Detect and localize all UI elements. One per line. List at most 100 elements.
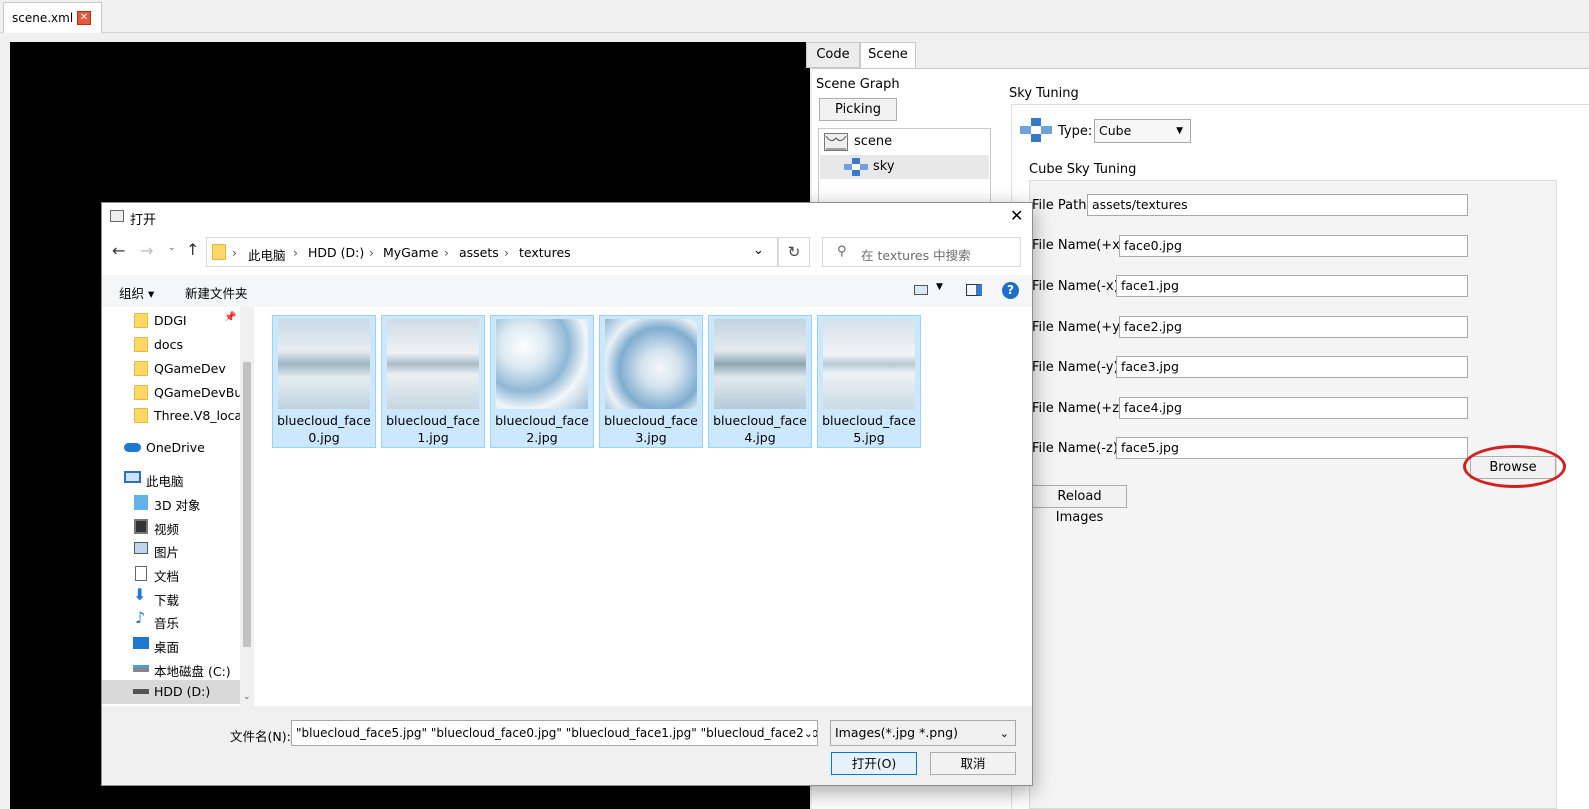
nav-item-qgamedevbuild[interactable]: QGameDevBuil <box>102 381 240 405</box>
type-select[interactable]: Cube ▼ <box>1094 119 1191 143</box>
face-label-ny: File Name(-y): <box>1032 360 1123 375</box>
image-thumbnail <box>278 319 370 409</box>
forward-arrow-icon[interactable]: → <box>140 241 153 260</box>
file-path-input[interactable]: assets/textures <box>1087 194 1468 216</box>
up-arrow-icon[interactable]: ↑ <box>186 240 199 259</box>
nav-item-pictures[interactable]: 图片 <box>102 538 240 562</box>
nav-item-this-pc[interactable]: 此电脑 <box>102 467 240 491</box>
tab-title: scene.xml <box>12 11 74 25</box>
dialog-toolbar: 组织 ▾ 新建文件夹 ▼ ? <box>102 275 1032 307</box>
scene-icon <box>824 133 848 151</box>
file-item[interactable]: bluecloud_face 1.jpg <box>381 315 485 448</box>
preview-pane-icon[interactable] <box>966 284 982 296</box>
cancel-button[interactable]: 取消 <box>930 752 1016 775</box>
nav-item-videos[interactable]: 视频 <box>102 515 240 539</box>
tab-scene[interactable]: Scene <box>860 42 916 69</box>
breadcrumb-this-pc[interactable]: 此电脑 <box>248 245 286 264</box>
view-mode-icon[interactable] <box>914 285 928 295</box>
picture-icon <box>134 542 148 554</box>
tab-scene-xml[interactable]: scene.xml ✕ <box>3 2 102 33</box>
chevron-down-icon[interactable]: ▼ <box>936 282 943 292</box>
scene-graph-label: Scene Graph <box>816 77 900 92</box>
folder-icon <box>134 408 148 423</box>
file-type-value: Images(*.jpg *.png) <box>835 725 958 740</box>
nav-item-ddgi[interactable]: DDGI 📌 <box>102 309 240 333</box>
file-item[interactable]: bluecloud_face 4.jpg <box>708 315 812 448</box>
scroll-down-icon[interactable]: ⌄ <box>243 692 251 702</box>
file-type-select[interactable]: Images(*.jpg *.png) ⌄ <box>830 720 1016 746</box>
nav-item-local-disk-c[interactable]: 本地磁盘 (C:) <box>102 657 240 681</box>
open-button[interactable]: 打开(O) <box>831 752 917 775</box>
image-thumbnail <box>823 319 915 409</box>
nav-scrollbar[interactable]: ⌄ <box>240 307 254 706</box>
picking-button[interactable]: Picking <box>819 98 897 121</box>
face-label-px: File Name(+x): <box>1032 238 1130 253</box>
breadcrumb-hdd[interactable]: HDD (D:) <box>308 245 364 260</box>
nav-item-onedrive[interactable]: OneDrive <box>102 436 240 460</box>
file-item[interactable]: bluecloud_face 3.jpg <box>599 315 703 448</box>
face-input-px[interactable]: face0.jpg <box>1119 235 1468 257</box>
organize-menu[interactable]: 组织 ▾ <box>119 283 154 302</box>
breadcrumb-textures[interactable]: textures <box>519 245 571 260</box>
document-tab-bar: scene.xml ✕ <box>0 0 1589 33</box>
dialog-footer: 文件名(N): "bluecloud_face5.jpg" "bluecloud… <box>102 706 1032 785</box>
reload-images-button[interactable]: Reload Images <box>1032 485 1127 525</box>
back-arrow-icon[interactable]: ← <box>112 241 125 260</box>
highlight-annotation <box>1463 445 1566 488</box>
breadcrumb-assets[interactable]: assets <box>459 245 499 260</box>
breadcrumb-mygame[interactable]: MyGame <box>383 245 438 260</box>
file-item[interactable]: bluecloud_face 2.jpg <box>490 315 594 448</box>
refresh-icon[interactable]: ↻ <box>778 237 810 267</box>
face-input-nx[interactable]: face1.jpg <box>1116 275 1468 297</box>
file-item[interactable]: bluecloud_face 5.jpg <box>817 315 921 448</box>
nav-item-three-v8[interactable]: Three.V8_local <box>102 404 240 428</box>
face-input-pz[interactable]: face4.jpg <box>1119 397 1468 419</box>
nav-item-desktop[interactable]: 桌面 <box>102 633 240 657</box>
sky-tuning-label: Sky Tuning <box>1009 86 1079 101</box>
app-icon <box>110 210 124 222</box>
close-icon[interactable]: ✕ <box>77 11 91 25</box>
chevron-down-icon[interactable]: ⌄ <box>753 243 764 258</box>
address-bar[interactable]: › 此电脑 › HDD (D:) › MyGame › assets › tex… <box>206 237 778 267</box>
face-label-py: File Name(+y): <box>1032 320 1130 335</box>
tree-item-scene[interactable]: scene <box>820 130 989 154</box>
nav-item-3d-objects[interactable]: 3D 对象 <box>102 491 240 515</box>
face-input-py[interactable]: face2.jpg <box>1119 316 1468 338</box>
scrollbar-thumb[interactable] <box>243 362 251 647</box>
breadcrumb-separator: › <box>504 245 509 260</box>
computer-icon <box>124 471 141 483</box>
nav-item-documents[interactable]: 文档 <box>102 562 240 586</box>
nav-item-docs[interactable]: docs <box>102 333 240 357</box>
image-thumbnail <box>605 319 697 409</box>
chevron-down-icon: ▼ <box>1176 126 1183 136</box>
image-thumbnail <box>387 319 479 409</box>
nav-item-downloads[interactable]: ⬇ 下载 <box>102 586 240 610</box>
nav-item-music[interactable]: ♪ 音乐 <box>102 609 240 633</box>
tab-code[interactable]: Code <box>806 42 860 68</box>
nav-item-hdd-d[interactable]: HDD (D:) <box>102 680 240 704</box>
help-icon[interactable]: ? <box>1002 282 1019 299</box>
filename-label: 文件名(N): <box>230 729 291 744</box>
close-icon[interactable]: ✕ <box>1010 206 1023 225</box>
face-label-nz: File Name(-z): <box>1032 441 1123 456</box>
document-icon <box>135 566 147 581</box>
drive-icon <box>133 689 149 694</box>
face-label-pz: File Name(+z): <box>1032 401 1129 416</box>
cube-sky-icon <box>1020 118 1052 142</box>
chevron-down-icon[interactable]: ⌄ <box>803 724 813 744</box>
tree-item-sky[interactable]: sky <box>820 155 989 179</box>
filename-input[interactable]: "bluecloud_face5.jpg" "bluecloud_face0.j… <box>291 720 818 746</box>
sky-icon <box>844 158 868 176</box>
face-input-nz[interactable]: face5.jpg <box>1116 437 1468 459</box>
face-input-ny[interactable]: face3.jpg <box>1116 356 1468 378</box>
recent-chevron-icon[interactable]: ⌄ <box>168 243 176 253</box>
dialog-titlebar: 打开 ✕ <box>102 203 1032 231</box>
nav-item-qgamedev[interactable]: QGameDev <box>102 357 240 381</box>
search-box[interactable]: ⚲ 在 textures 中搜索 <box>822 237 1021 267</box>
folder-icon <box>134 385 148 400</box>
open-file-dialog: 打开 ✕ ← → ⌄ ↑ › 此电脑 › HDD (D:) › MyGame ›… <box>101 202 1033 786</box>
filename-value: "bluecloud_face5.jpg" "bluecloud_face0.j… <box>296 726 818 740</box>
file-path-label: File Path: <box>1032 198 1091 213</box>
new-folder-button[interactable]: 新建文件夹 <box>185 283 248 302</box>
file-item[interactable]: bluecloud_face 0.jpg <box>272 315 376 448</box>
